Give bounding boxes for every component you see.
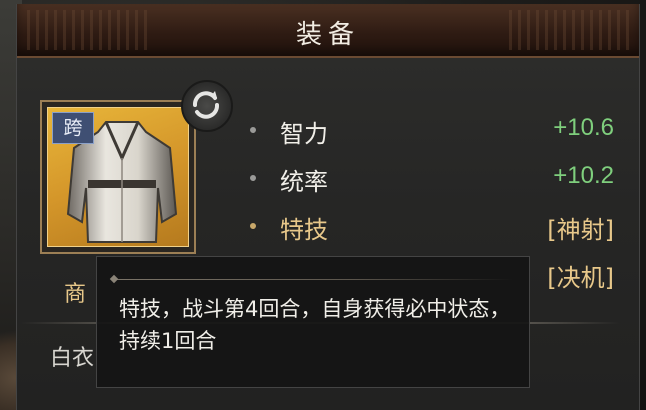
skill-tooltip: 特技，战斗第4回合，自身获得必中状态，持续1回合 — [96, 256, 530, 388]
skill-value-2[interactable]: [决机] — [547, 258, 614, 293]
stat-row-command: 统率 +10.2 — [250, 160, 614, 200]
title-bar: 装备 — [17, 4, 639, 58]
equipment-screen: 装备 跨 智力 +10.6 统率 +10.2 特技 [神射] [决机] 商 白衣… — [0, 0, 646, 410]
stat-name: 智力 — [280, 120, 328, 148]
stat-value: +10.6 — [553, 114, 614, 141]
item-icon-background: 跨 — [47, 107, 189, 247]
skill-label: 特技 — [280, 216, 328, 244]
stat-value: +10.2 — [553, 162, 614, 189]
bullet-icon — [250, 223, 256, 229]
page-title: 装备 — [295, 20, 360, 50]
bullet-icon — [250, 175, 256, 181]
swap-button[interactable] — [181, 80, 233, 132]
equipment-item-slot[interactable]: 跨 — [40, 100, 196, 254]
item-name: 白衣 — [50, 346, 95, 371]
stat-row-skill: 特技 [神射] — [250, 208, 614, 248]
skill-value[interactable]: [神射] — [547, 210, 614, 245]
tooltip-divider — [117, 279, 513, 280]
item-type-tag: 跨 — [52, 112, 94, 144]
stat-row-intelligence: 智力 +10.6 — [250, 112, 614, 152]
tooltip-text: 特技，战斗第4回合，自身获得必中状态，持续1回合 — [119, 297, 511, 353]
bullet-icon — [250, 127, 256, 133]
owner-label: 商 — [64, 282, 87, 307]
stat-name: 统率 — [280, 168, 328, 196]
swap-icon — [193, 91, 219, 119]
